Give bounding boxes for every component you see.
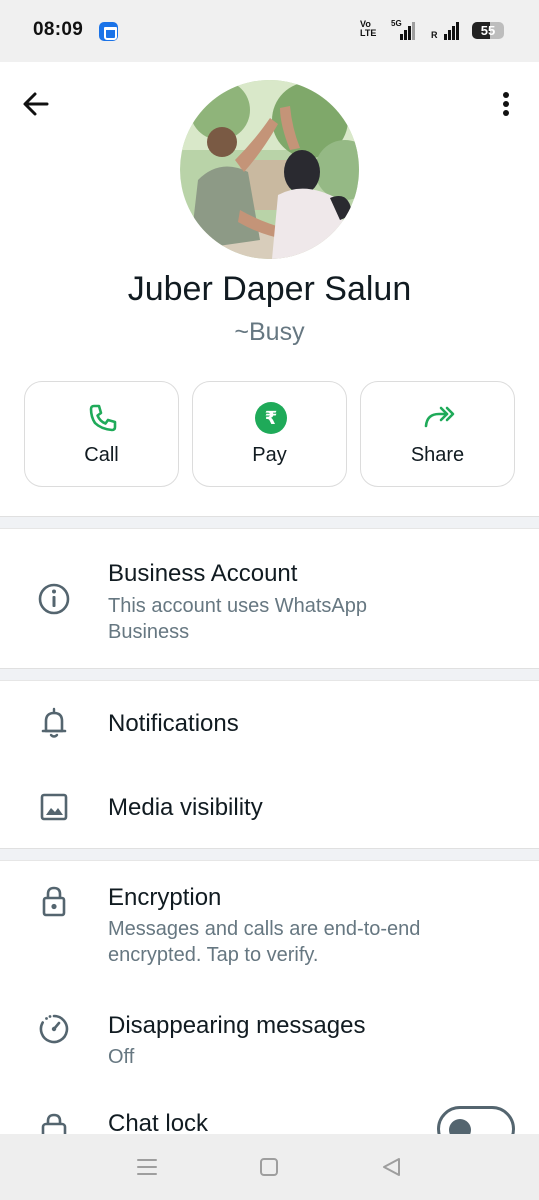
section-divider [0, 668, 539, 681]
encryption-row[interactable]: Encryption Messages and calls are end-to… [0, 862, 539, 990]
menu-lines-icon [137, 1159, 157, 1175]
battery-level: 55 [480, 23, 496, 38]
profile-photo[interactable] [180, 80, 359, 259]
pay-button[interactable]: ₹ Pay [192, 381, 347, 487]
pay-label: Pay [252, 444, 287, 466]
home-button[interactable] [256, 1154, 282, 1180]
notifications-label: Notifications [108, 710, 239, 737]
contact-about: ~Busy [234, 318, 305, 346]
status-bar: 08:09 Vo LTE 5G R 55 [0, 0, 539, 62]
business-account-row[interactable]: Business Account This account uses Whats… [0, 530, 539, 668]
phone-icon [89, 404, 117, 432]
more-vert-icon [503, 92, 509, 116]
notifications-row[interactable]: Notifications [0, 682, 539, 766]
business-account-title: Business Account [108, 560, 298, 587]
media-visibility-row[interactable]: Media visibility [0, 766, 539, 848]
square-icon [260, 1158, 278, 1176]
share-forward-icon [424, 406, 455, 428]
back-nav-button[interactable] [379, 1154, 405, 1180]
media-visibility-label: Media visibility [108, 794, 263, 821]
app-notification-icon [99, 22, 118, 41]
call-label: Call [84, 444, 119, 466]
arrow-left-icon [23, 92, 49, 116]
rupee-icon: ₹ [255, 402, 287, 434]
back-button[interactable] [20, 88, 52, 120]
signal-icon-1 [400, 20, 418, 40]
encryption-title: Encryption [108, 884, 222, 911]
call-button[interactable]: Call [24, 381, 179, 487]
share-label: Share [410, 444, 465, 466]
battery-icon: 55 [472, 22, 504, 39]
status-time: 08:09 [33, 19, 84, 40]
timer-icon [39, 1014, 69, 1044]
info-icon [38, 583, 70, 615]
profile-photo-image [180, 80, 359, 259]
encryption-subtitle: Messages and calls are end-to-end encryp… [108, 918, 421, 966]
disappearing-messages-title: Disappearing messages [108, 1012, 366, 1039]
image-icon [40, 793, 68, 821]
section-divider [0, 848, 539, 861]
recents-button[interactable] [134, 1154, 160, 1180]
section-divider [0, 516, 539, 529]
lock-icon [42, 886, 66, 917]
volte-indicator: Vo LTE [360, 19, 377, 38]
system-nav-bar [0, 1134, 539, 1200]
share-button[interactable]: Share [360, 381, 515, 487]
disappearing-messages-row[interactable]: Disappearing messages Off [0, 992, 539, 1088]
roaming-indicator: R [431, 30, 438, 40]
chat-lock-icon [41, 1113, 67, 1134]
signal-icon-2 [444, 20, 462, 40]
chat-lock-title: Chat lock [108, 1110, 209, 1134]
business-account-subtitle: This account uses WhatsApp Business [108, 595, 368, 643]
triangle-back-icon [383, 1158, 400, 1176]
disappearing-messages-value: Off [108, 1046, 135, 1068]
contact-name: Juber Daper Salun [127, 270, 412, 308]
bell-icon [41, 707, 67, 738]
more-options-button[interactable] [494, 88, 518, 120]
